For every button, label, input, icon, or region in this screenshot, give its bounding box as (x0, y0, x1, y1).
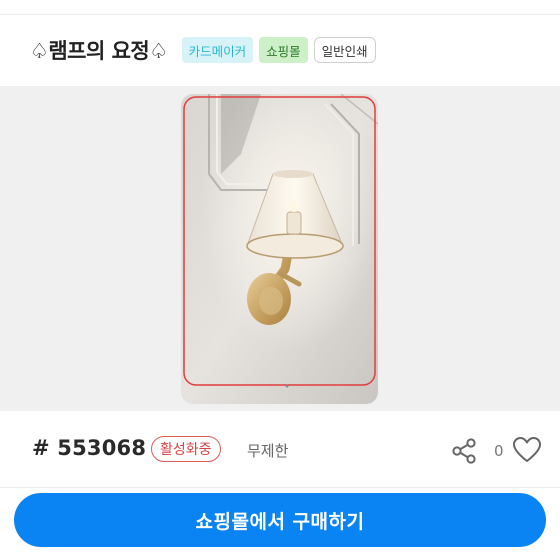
like-count: 0 (494, 442, 504, 460)
product-image-area (0, 86, 560, 411)
bottom-divider (0, 487, 560, 488)
limit-label: 무제한 (247, 442, 289, 460)
product-detail-page: ♤램프의 요정♤ 카드메이커 쇼핑몰 일반인쇄 # 553068 활성화중 무제… (0, 0, 560, 560)
product-header: ♤램프의 요정♤ 카드메이커 쇼핑몰 일반인쇄 (30, 34, 376, 66)
wall-lamp-photo (181, 94, 378, 404)
tag-general-print[interactable]: 일반인쇄 (313, 37, 376, 63)
product-info-row: # 553068 활성화중 무제한 0 (0, 430, 560, 474)
product-id: # 553068 (32, 436, 147, 460)
like-button[interactable] (510, 433, 544, 467)
heart-outline-icon (513, 437, 541, 462)
tag-shopping-mall[interactable]: 쇼핑몰 (259, 37, 308, 63)
share-button[interactable] (448, 435, 480, 467)
share-icon (452, 438, 476, 464)
product-photo[interactable] (181, 94, 378, 404)
buy-at-shopping-mall-button[interactable]: 쇼핑몰에서 구매하기 (14, 493, 546, 547)
tag-card-maker[interactable]: 카드메이커 (181, 37, 254, 63)
top-divider (0, 14, 560, 15)
status-badge: 활성화중 (151, 436, 221, 462)
product-title: ♤램프의 요정♤ (30, 39, 168, 63)
